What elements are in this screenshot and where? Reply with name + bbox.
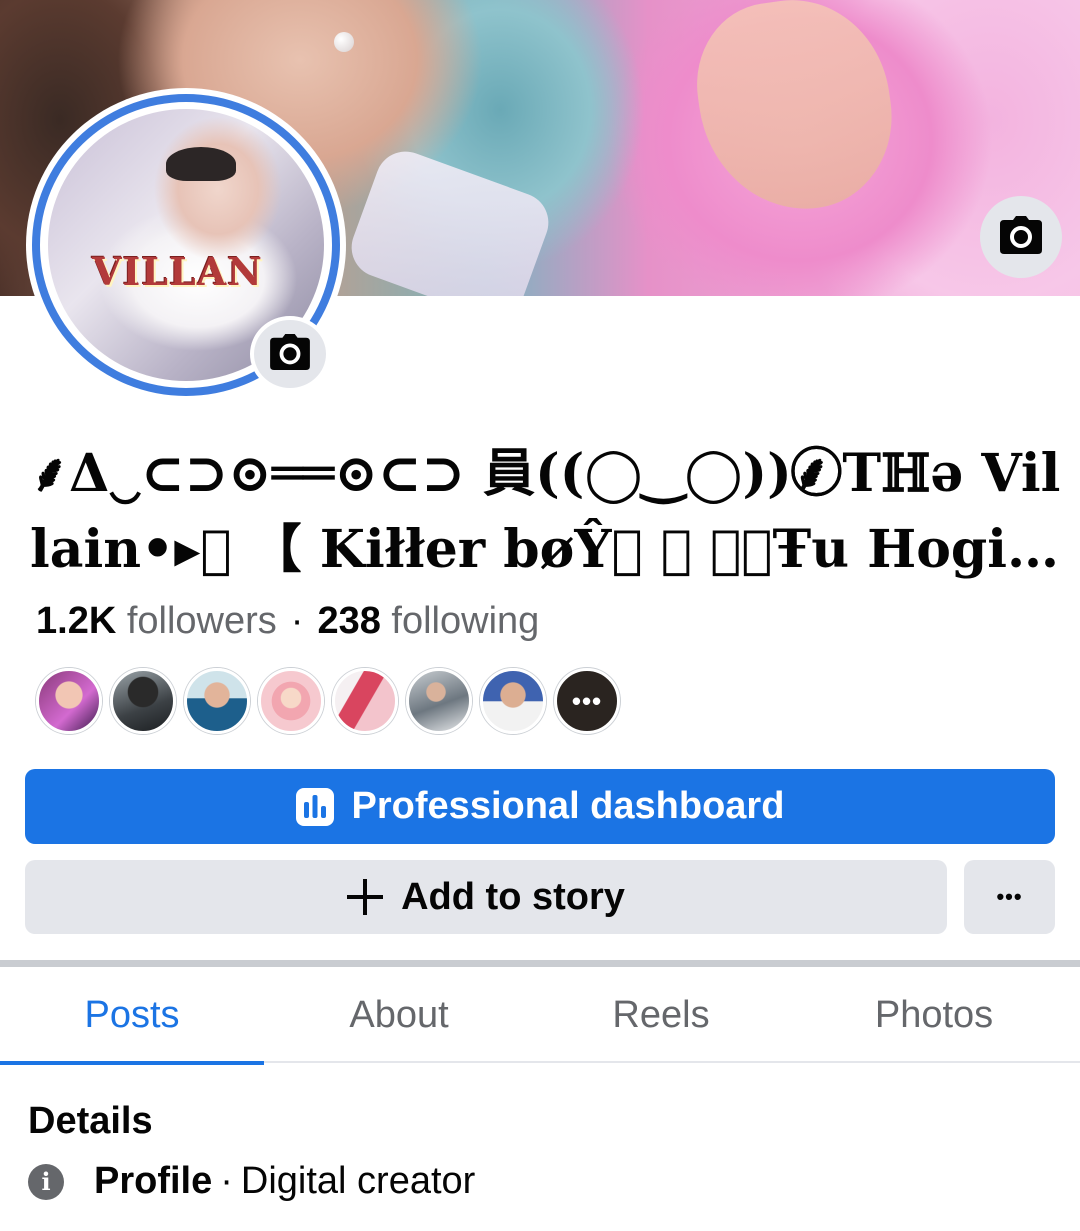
- following-label: following: [391, 600, 540, 642]
- edit-profile-picture-camera-button[interactable]: [250, 316, 330, 392]
- details-heading: Details: [28, 1100, 153, 1142]
- plus-icon: [347, 879, 384, 915]
- profile-tabs: Posts About Reels Photos: [0, 967, 1080, 1065]
- cover-photo-detail: [343, 143, 557, 296]
- friend-avatar[interactable]: [184, 668, 250, 734]
- tab-photos[interactable]: Photos: [788, 967, 1080, 1063]
- followers-link[interactable]: 1.2K followers: [36, 600, 277, 642]
- friends-avatars-row: •••: [36, 668, 620, 734]
- friend-avatar[interactable]: [480, 668, 546, 734]
- separator-dot: ·: [220, 1160, 233, 1202]
- add-to-story-button[interactable]: Add to story: [25, 860, 947, 934]
- professional-dashboard-button[interactable]: Professional dashboard: [25, 769, 1055, 844]
- camera-icon: [270, 333, 310, 375]
- friend-avatar[interactable]: [332, 668, 398, 734]
- bar-chart-icon: [295, 787, 334, 826]
- cover-photo-detail: [686, 0, 904, 223]
- profile-name: ⸙Δ‿⊂⊃⊙══⊙⊂⊃ 員((◯‿◯))⸙ ⃝⃝Tℍə Villain•▸⃝ 【…: [30, 443, 1061, 580]
- camera-icon: [1000, 215, 1042, 259]
- tab-posts[interactable]: Posts: [0, 967, 264, 1065]
- friend-avatar[interactable]: [36, 668, 102, 734]
- avatar-logo-text: VILLAN: [92, 249, 263, 294]
- profile-label: Profile: [94, 1160, 213, 1202]
- avatar-detail: [166, 147, 236, 181]
- following-link[interactable]: 238 following: [317, 600, 539, 642]
- professional-dashboard-label: Professional dashboard: [351, 785, 785, 827]
- cover-photo-detail: [334, 32, 354, 52]
- edit-cover-camera-button[interactable]: [980, 196, 1062, 278]
- followers-label: followers: [126, 600, 277, 642]
- followers-count: 1.2K: [36, 600, 117, 642]
- section-divider: [0, 960, 1080, 967]
- follow-stats: 1.2K followers · 238 following: [36, 600, 539, 643]
- more-icon: •••: [996, 884, 1023, 909]
- separator-dot: ·: [290, 600, 304, 642]
- more-options-button[interactable]: •••: [964, 860, 1055, 934]
- add-to-story-label: Add to story: [401, 875, 625, 918]
- more-friends-button[interactable]: •••: [554, 668, 620, 734]
- friend-avatar[interactable]: [110, 668, 176, 734]
- tab-reels[interactable]: Reels: [534, 967, 788, 1063]
- friend-avatar[interactable]: [406, 668, 472, 734]
- profile-detail-row: i Profile · Digital creator: [28, 1160, 475, 1203]
- info-icon: i: [28, 1163, 64, 1200]
- profile-category: Digital creator: [240, 1160, 476, 1202]
- following-count: 238: [317, 600, 381, 642]
- friend-avatar[interactable]: [258, 668, 324, 734]
- tab-about[interactable]: About: [264, 967, 534, 1063]
